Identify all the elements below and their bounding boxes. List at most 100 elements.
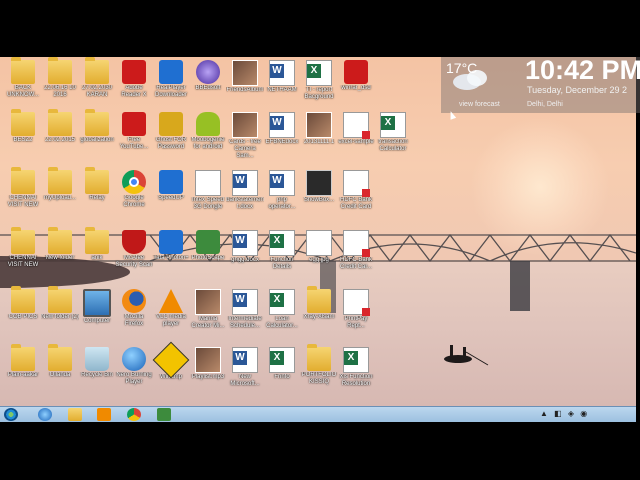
desktop-icon[interactable]: PrintPay Rept... <box>337 287 375 339</box>
photo-icon <box>195 347 221 373</box>
desktop-icon-label: PrintPay Rept... <box>344 316 368 329</box>
camtasia-icon[interactable] <box>157 408 171 421</box>
desktop-icon[interactable]: CHENNAI VISIT NEW <box>4 227 42 280</box>
media-player-icon[interactable] <box>97 408 111 421</box>
desktop-icon[interactable]: Xls Function Resolution <box>337 345 375 397</box>
desktop-icon-label: ShowBox... <box>303 197 335 203</box>
desktop-icon[interactable]: 20131111.1 <box>300 110 338 162</box>
desktop-icon[interactable]: HDFC Bank Credit Car... <box>337 228 375 280</box>
pdf-icon <box>343 230 370 257</box>
pdf-icon <box>343 289 370 316</box>
desktop-icon[interactable]: BESZ2 <box>4 109 42 162</box>
desktop-icon[interactable]: CHENNAI VISIT NEW <box>4 167 42 220</box>
desktop-icon[interactable]: excel-sample <box>337 110 375 162</box>
desktop-icon[interactable]: Nero Burning Player <box>115 345 153 397</box>
desktop-icon[interactable]: Loan Calculator... <box>263 287 301 339</box>
internet-explorer-icon[interactable] <box>38 408 52 421</box>
desktop-icon[interactable]: Function Details <box>263 228 301 280</box>
desktop-icon[interactable]: Intermediate Schedule... <box>226 287 264 339</box>
desktop-icon[interactable]: NETHAAM <box>263 58 301 110</box>
desktop-icon[interactable]: bankstatement.docx <box>226 168 264 220</box>
photoscape-icon <box>196 230 220 254</box>
desktop-icon[interactable]: VLC media player <box>152 287 190 339</box>
desktop-icon[interactable]: 27.02.2030 KARAN <box>78 57 116 110</box>
desktop-icon[interactable]: Computer <box>78 287 116 339</box>
desktop-icon[interactable]: winrar_dsd <box>337 58 375 110</box>
desktop-icon[interactable]: Marina Creator Mi... <box>189 287 227 339</box>
start-button-icon[interactable] <box>4 408 18 421</box>
desktop-icon-label: FriendsAlbum <box>226 87 264 93</box>
desktop-icon[interactable]: Adobe Reader X <box>115 58 153 110</box>
folder-icon <box>48 344 72 371</box>
desktop-icon[interactable]: Recycle Bin <box>78 345 116 397</box>
desktop-icon[interactable]: Ghost FOR Password <box>152 110 190 162</box>
folder-icon <box>48 227 72 254</box>
desktop-icon[interactable]: myUpload... <box>41 167 79 220</box>
desktop-icon[interactable]: New folder <box>41 227 79 280</box>
desktop-icon[interactable]: TI - report Bacground <box>300 58 338 110</box>
desktop-icon[interactable]: Free YouTube... <box>115 110 153 162</box>
file-explorer-icon[interactable] <box>68 408 82 421</box>
desktop-icon[interactable]: Playlist.mp3 <box>189 345 227 397</box>
desktop-icon-label: Loan Calculator... <box>266 316 298 329</box>
photo-icon <box>232 60 258 86</box>
folder-icon <box>11 286 35 313</box>
desktop-icon[interactable]: McAfee Security Scan <box>115 228 153 280</box>
desktop-icon[interactable]: Ollanda <box>41 344 79 397</box>
desktop-icon[interactable]: Google Chrome <box>115 168 153 220</box>
desktop-icon[interactable]: 22.06.16 10 2016 <box>41 57 79 110</box>
desktop-icon[interactable]: ghgg.docx <box>226 228 264 280</box>
desktop-icon[interactable]: Mozilla Firefox <box>115 287 153 339</box>
winamp-icon <box>152 341 190 379</box>
excel-icon <box>269 289 295 315</box>
desktop-icon[interactable]: HDFC Bank Credit Card <box>337 168 375 220</box>
desktop-icon[interactable]: anik <box>78 227 116 280</box>
desktop-icon[interactable]: transaction Calculator <box>374 110 412 162</box>
desktop-icon[interactable]: PhotoScape <box>189 228 227 280</box>
app-icon <box>159 230 183 254</box>
desktop-icon[interactable]: globalization <box>78 109 116 162</box>
desktop-icon[interactable]: 22.02.2015 <box>41 109 79 162</box>
desktop-icon-label: VLC media player <box>156 314 186 327</box>
desktop-icon-label: Relay <box>89 195 105 201</box>
purple-app-icon <box>196 60 220 84</box>
desktop-icon[interactable]: New Microsoft... <box>226 345 264 397</box>
folder-icon <box>48 109 72 136</box>
desktop-icon[interactable]: COB PICS <box>4 286 42 339</box>
desktop-icon[interactable]: FriendsAlbum <box>226 58 264 110</box>
app-icon <box>159 60 183 84</box>
folder-icon <box>48 286 72 313</box>
desktop-icon-label: SpeedUP <box>158 195 184 201</box>
desktop-icon[interactable]: Xray-Xlsam <box>300 286 338 339</box>
desktop-icon[interactable]: Plain-aakar <box>4 344 42 397</box>
desktop-icon[interactable]: Tata Photon+ <box>152 228 190 280</box>
desktop-icon[interactable]: Moobogenie for android <box>189 110 227 162</box>
desktop-icon[interactable]: egg.jpg <box>300 228 338 280</box>
desktop-icon[interactable]: Intex Speed 3G Dongle <box>189 168 227 220</box>
desktop-icon[interactable]: Winamp <box>152 341 190 397</box>
desktop-icon[interactable]: ShowBox... <box>300 168 338 220</box>
view-forecast-link[interactable]: view forecast <box>459 101 500 108</box>
desktop-icon[interactable]: SpeedUP <box>152 168 190 220</box>
desktop-icon[interactable]: BACK UNKNOW... <box>4 57 42 110</box>
desktop-icon[interactable]: PORTFOLIO KISSIQ <box>300 344 338 397</box>
chrome-taskbar-icon[interactable] <box>127 408 141 421</box>
folder-icon <box>307 286 331 313</box>
system-tray[interactable]: ▲ ◧ ◈ ◉ <box>540 409 589 418</box>
desktop-icon[interactable]: Frinfo <box>263 345 301 397</box>
desktop-icon-label: excel-sample <box>338 139 374 145</box>
desktop-icon[interactable]: New folder (2) <box>41 286 79 339</box>
desktop-icon[interactable]: EFBNEdocx <box>263 110 301 162</box>
boat <box>444 345 489 366</box>
desktop-icon[interactable]: php operator... <box>263 168 301 220</box>
folder-icon <box>11 227 35 254</box>
weather-city: Delhi, Delhi <box>527 101 563 108</box>
desktop-icon[interactable]: BBEdsoft <box>189 58 227 110</box>
desktop-icon[interactable]: Cards - free Camera Sam... <box>226 110 264 162</box>
desktop-icon[interactable]: RealPlayer Downloader <box>152 58 190 110</box>
lock-icon <box>159 112 183 136</box>
folder-icon <box>85 227 109 254</box>
app-icon <box>159 170 183 194</box>
desktop-icon-label: EFBNEdocx <box>265 139 299 145</box>
desktop-icon[interactable]: Relay <box>78 167 116 220</box>
